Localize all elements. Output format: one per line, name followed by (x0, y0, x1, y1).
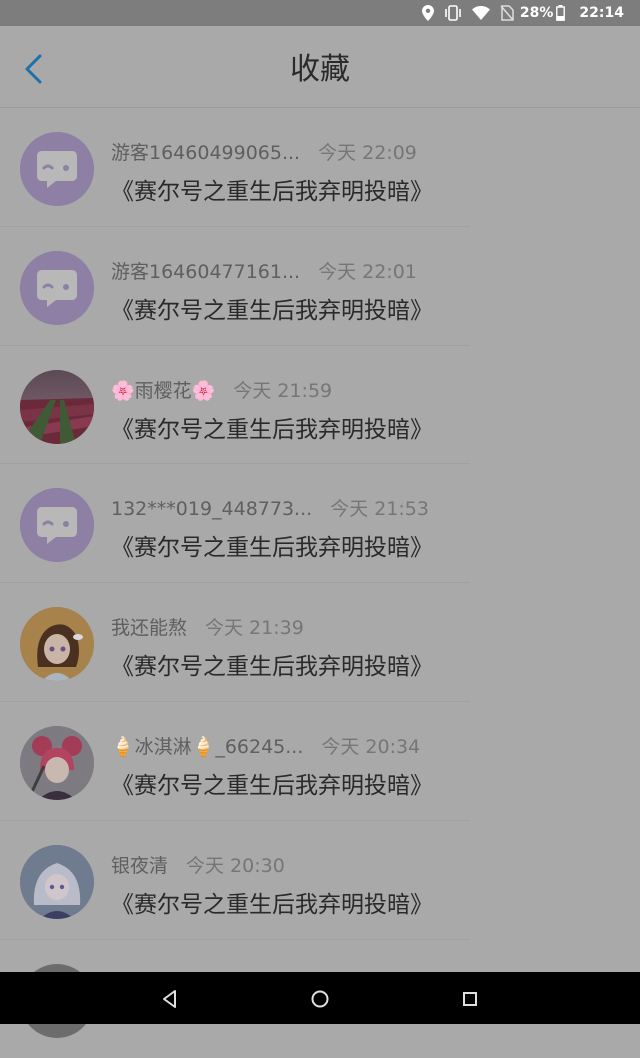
list-item[interactable]: 游客16460477161... 今天 22:01 《赛尔号之重生后我弃明投暗》 (0, 227, 640, 346)
navigation-bar (0, 972, 640, 1024)
chat-bubble-icon (20, 250, 94, 325)
battery-percent: 28% (519, 5, 554, 21)
book-title[interactable]: 《赛尔号之重生后我弃明投暗》 (111, 766, 433, 800)
list-item[interactable]: 银夜清 今天 20:30 《赛尔号之重生后我弃明投暗》 (0, 821, 640, 940)
username[interactable]: 银夜清 (111, 855, 168, 877)
home-circle-icon[interactable] (309, 988, 331, 1010)
timestamp: 今天 22:09 (318, 142, 417, 164)
battery-icon (556, 0, 566, 26)
avatar[interactable] (20, 250, 94, 325)
anime-girl-image (20, 725, 94, 800)
avatar[interactable] (20, 607, 94, 682)
avatar[interactable] (20, 488, 94, 563)
avatar[interactable] (20, 844, 94, 919)
book-title[interactable]: 《赛尔号之重生后我弃明投暗》 (111, 172, 433, 206)
username[interactable]: 🌸雨樱花🌸 (111, 380, 215, 402)
clock: 22:14 (579, 5, 624, 21)
location-icon (421, 0, 434, 26)
list-item[interactable]: 132***019_448773... 今天 21:53 《赛尔号之重生后我弃明投… (0, 464, 640, 584)
avatar[interactable] (20, 132, 94, 206)
vibrate-icon (444, 0, 462, 26)
book-title[interactable]: 《赛尔号之重生后我弃明投暗》 (111, 410, 433, 444)
chat-bubble-icon (20, 488, 94, 563)
timestamp: 今天 20:34 (321, 735, 421, 758)
no-sim-icon (500, 0, 514, 26)
username[interactable]: 我还能熬 (111, 617, 187, 639)
tulip-field-image (20, 369, 94, 444)
book-title[interactable]: 《赛尔号之重生后我弃明投暗》 (111, 291, 433, 325)
list-item[interactable]: 🌸雨樱花🌸 今天 21:59 《赛尔号之重生后我弃明投暗》 (0, 346, 640, 465)
status-bar: 28% 22:14 (0, 0, 640, 26)
list-item[interactable]: 🍦冰淇淋🍦_66245... 今天 20:34 《赛尔号之重生后我弃明投暗》 (0, 702, 640, 821)
timestamp: 今天 21:59 (233, 379, 333, 402)
page-title: 收藏 (290, 52, 350, 87)
timestamp: 今天 21:53 (330, 498, 429, 521)
book-title[interactable]: 《赛尔号之重生后我弃明投暗》 (111, 647, 433, 681)
wifi-icon (471, 0, 490, 26)
book-title[interactable]: 《赛尔号之重生后我弃明投暗》 (111, 885, 433, 919)
username[interactable]: 游客16460477161... (111, 261, 300, 283)
username[interactable]: 🍦冰淇淋🍦_66245... (111, 736, 303, 758)
username[interactable]: 游客16460499065... (111, 142, 300, 164)
book-title[interactable]: 《赛尔号之重生后我弃明投暗》 (111, 528, 433, 562)
timestamp: 今天 22:01 (318, 260, 417, 283)
list-item[interactable]: 我还能熬 今天 21:39 《赛尔号之重生后我弃明投暗》 (0, 583, 640, 702)
list-item[interactable]: 游客16460499065... 今天 22:09 《赛尔号之重生后我弃明投暗》 (0, 108, 640, 227)
avatar[interactable] (20, 725, 94, 800)
avatar[interactable] (20, 369, 94, 444)
header: 收藏 (0, 26, 640, 108)
back-triangle-icon[interactable] (159, 988, 181, 1010)
anime-girl-image (20, 607, 94, 682)
favorites-list: 游客16460499065... 今天 22:09 《赛尔号之重生后我弃明投暗》 … (0, 108, 640, 1058)
timestamp: 今天 21:39 (205, 617, 304, 640)
anime-girl-image (20, 844, 94, 919)
recents-square-icon[interactable] (459, 988, 481, 1010)
timestamp: 今天 20:30 (186, 854, 285, 877)
username[interactable]: 132***019_448773... (111, 498, 312, 520)
chat-bubble-icon (20, 132, 94, 206)
